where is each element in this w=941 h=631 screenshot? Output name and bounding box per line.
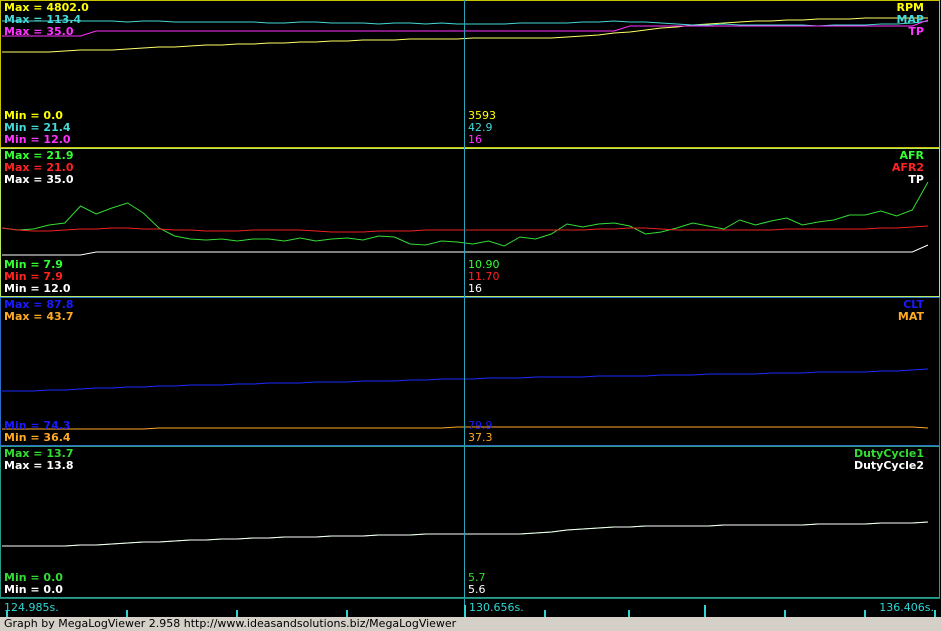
series-line-afr2 xyxy=(1,225,929,233)
time-axis-tick xyxy=(784,610,786,617)
megalogviewer-graph: { "colors": { "background": "#000000", "… xyxy=(0,0,941,631)
time-axis[interactable]: 124.985s. 130.656s. 136.406s. xyxy=(0,598,940,617)
series-cursor-value: 37.3 xyxy=(468,431,493,444)
graph-panel-1[interactable]: Max = 4802.0 RPM Min = 0.0 3593 Max = 113.4 M… xyxy=(0,0,940,148)
series-max-label: Max = 35.0 xyxy=(4,173,74,186)
graph-panel-2[interactable]: Max = 21.9 AFR Min = 7.9 10.90 Max = 21.0 AFR… xyxy=(0,148,940,297)
series-line-tp xyxy=(2,244,929,256)
series-min-label: Min = 12.0 xyxy=(4,282,71,295)
graph-panel-3[interactable]: Max = 87.8 CLT Min = 74.3 79.9 Max = 43.7 MAT… xyxy=(0,297,940,446)
series-line-mat xyxy=(2,426,929,430)
time-axis-tick xyxy=(544,610,546,617)
time-axis-tick xyxy=(864,610,866,617)
time-axis-tick xyxy=(464,605,466,617)
time-cursor-line[interactable] xyxy=(464,0,465,617)
graph-panel-4[interactable]: Max = 13.7 DutyCycle1 Min = 0.0 5.7 Max = 13… xyxy=(0,446,940,598)
series-cursor-value: 16 xyxy=(468,133,482,146)
series-cursor-value: 16 xyxy=(468,282,482,295)
series-min-label: Min = 12.0 xyxy=(4,133,71,146)
series-max-label: Max = 13.8 xyxy=(4,459,74,472)
series-max-label: Max = 35.0 xyxy=(4,25,74,38)
time-axis-cursor-label: 130.656s. xyxy=(469,601,524,614)
series-max-label: Max = 43.7 xyxy=(4,310,74,323)
time-axis-end-label: 136.406s. xyxy=(879,601,934,614)
time-axis-tick xyxy=(628,610,630,617)
series-min-label: Min = 0.0 xyxy=(4,583,63,596)
time-axis-tick xyxy=(934,610,936,617)
time-axis-tick xyxy=(126,610,128,617)
series-legend-label[interactable]: TP xyxy=(908,174,924,186)
series-line-afr xyxy=(1,181,929,247)
series-line-map xyxy=(2,19,929,27)
time-axis-tick xyxy=(346,610,348,617)
time-axis-tick xyxy=(704,605,706,617)
series-line-tp xyxy=(2,19,929,37)
time-axis-tick xyxy=(236,610,238,617)
series-legend-label[interactable]: MAT xyxy=(898,311,924,323)
footer-credits: Graph by MegaLogViewer 2.958 http://www.… xyxy=(0,617,941,631)
series-line-rpm xyxy=(2,17,928,53)
series-legend-label[interactable]: DutyCycle2 xyxy=(854,460,924,472)
series-line-clt xyxy=(2,368,929,392)
series-line-dutycycle2 xyxy=(2,521,929,547)
series-min-label: Min = 36.4 xyxy=(4,431,71,444)
series-legend-label[interactable]: TP xyxy=(908,26,924,38)
series-cursor-value: 5.6 xyxy=(468,583,486,596)
time-axis-tick xyxy=(6,610,8,617)
time-axis-start-label: 124.985s. xyxy=(4,601,59,614)
